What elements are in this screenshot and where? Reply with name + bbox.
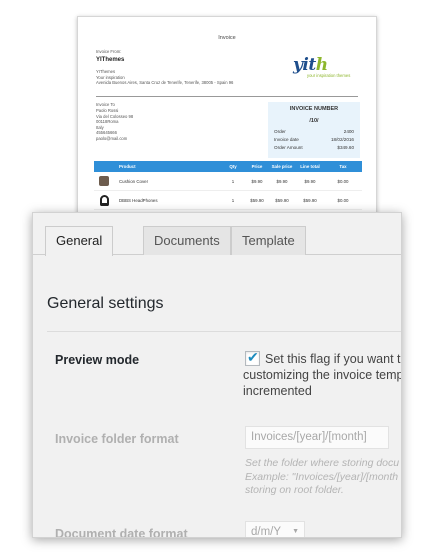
tab-general[interactable]: General bbox=[45, 226, 114, 256]
item-price: $59.90 bbox=[250, 197, 264, 203]
invoice-folder-format-input[interactable]: Invoices/[year]/[month] bbox=[245, 426, 389, 449]
item-qty: 1 bbox=[231, 178, 235, 184]
item-line-total: $59.90 bbox=[303, 197, 317, 203]
row-value: 18/02/2016 bbox=[331, 137, 354, 142]
tab-template[interactable]: Template bbox=[231, 226, 306, 255]
section-divider bbox=[47, 331, 401, 332]
column-header: Sale price bbox=[271, 164, 293, 169]
invoice-number-title: INVOICE NUMBER bbox=[289, 106, 339, 112]
item-sale-price: $9.90 bbox=[276, 178, 288, 184]
item-name: DBBS HeadPhones bbox=[119, 197, 158, 203]
column-header: Product bbox=[119, 164, 136, 169]
document-date-format-label: Document date format bbox=[55, 527, 188, 538]
headphones-icon bbox=[99, 194, 109, 206]
invoice-preview: Invoice Invoice From: YIThemes YIThemes … bbox=[77, 16, 377, 226]
cushion-icon bbox=[99, 176, 109, 186]
invoice-date-row: Invoice date 18/02/2016 bbox=[268, 137, 360, 142]
item-qty: 1 bbox=[231, 197, 235, 203]
invoice-folder-format-help: Set the folder where storing docu Exampl… bbox=[245, 457, 402, 496]
column-header: Qty bbox=[229, 164, 237, 169]
row-label: Order Amount bbox=[274, 145, 303, 150]
item-price: $9.90 bbox=[251, 178, 263, 184]
invoice-company-name: YIThemes bbox=[96, 57, 125, 63]
tab-documents[interactable]: Documents bbox=[143, 226, 231, 255]
chevron-down-icon: ▼ bbox=[292, 528, 299, 535]
document-date-format-select[interactable]: d/m/Y ▼ bbox=[245, 521, 305, 538]
invoice-number-value: /10/ bbox=[309, 118, 319, 124]
invoice-folder-format-label: Invoice folder format bbox=[55, 432, 179, 446]
invoice-customer-address: Paolo Rossi Via del Colosseo 98 00118Rom… bbox=[96, 108, 133, 142]
column-header: Price bbox=[251, 164, 263, 169]
logo-tagline: your inspiration themes bbox=[307, 73, 351, 78]
customer-line: paolo@mail.com bbox=[96, 135, 128, 141]
invoice-title: Invoice bbox=[218, 35, 236, 41]
row-value: 2400 bbox=[343, 129, 354, 134]
item-line-total: $9.90 bbox=[304, 178, 316, 184]
table-row: DBBS HeadPhones 1 $59.90 $59.90 $59.90 $… bbox=[94, 191, 362, 210]
row-label: Order bbox=[274, 129, 286, 134]
section-title: General settings bbox=[47, 295, 164, 312]
item-name: Cushion Cover bbox=[119, 178, 149, 184]
invoice-order-row: Order 2400 bbox=[268, 129, 360, 134]
invoice-divider bbox=[96, 96, 358, 97]
item-tax: $0.00 bbox=[337, 197, 349, 203]
row-label: Invoice date bbox=[274, 137, 299, 142]
logo-mark: yith bbox=[293, 55, 328, 75]
date-format-value: d/m/Y bbox=[251, 526, 282, 538]
column-header: Line total bbox=[300, 164, 320, 169]
item-sale-price: $59.90 bbox=[275, 197, 289, 203]
table-row: Cushion Cover 1 $9.90 $9.90 $9.90 $0.00 bbox=[94, 172, 362, 191]
column-header: Tax bbox=[339, 164, 347, 169]
invoice-company-address: YIThemes Your inspiration Avenida Buenos… bbox=[96, 69, 296, 86]
preview-mode-label: Preview mode bbox=[55, 353, 140, 367]
row-value: $349.60 bbox=[337, 145, 354, 150]
company-line: Avenida Buenos Aires, Santa Cruz de Tene… bbox=[96, 80, 234, 86]
preview-mode-description: Set this flag if you want to customizing… bbox=[243, 352, 402, 398]
preview-mode-checkbox[interactable] bbox=[245, 349, 260, 366]
invoice-to-label: Invoice To bbox=[96, 102, 115, 107]
settings-panel: General Documents Template General setti… bbox=[32, 212, 402, 538]
table-header: Product Qty Price Sale price Line total … bbox=[94, 161, 362, 172]
yith-logo: yith your inspiration themes bbox=[293, 57, 363, 83]
invoice-from-label: Invoice From: bbox=[96, 49, 122, 54]
invoice-amount-row: Order Amount $349.60 bbox=[268, 145, 360, 150]
invoice-number-box: INVOICE NUMBER /10/ Order 2400 Invoice d… bbox=[268, 102, 360, 158]
settings-tabs: General Documents Template bbox=[33, 213, 401, 256]
invoice-items-table: Product Qty Price Sale price Line total … bbox=[94, 161, 362, 210]
item-tax: $0.00 bbox=[337, 178, 349, 184]
